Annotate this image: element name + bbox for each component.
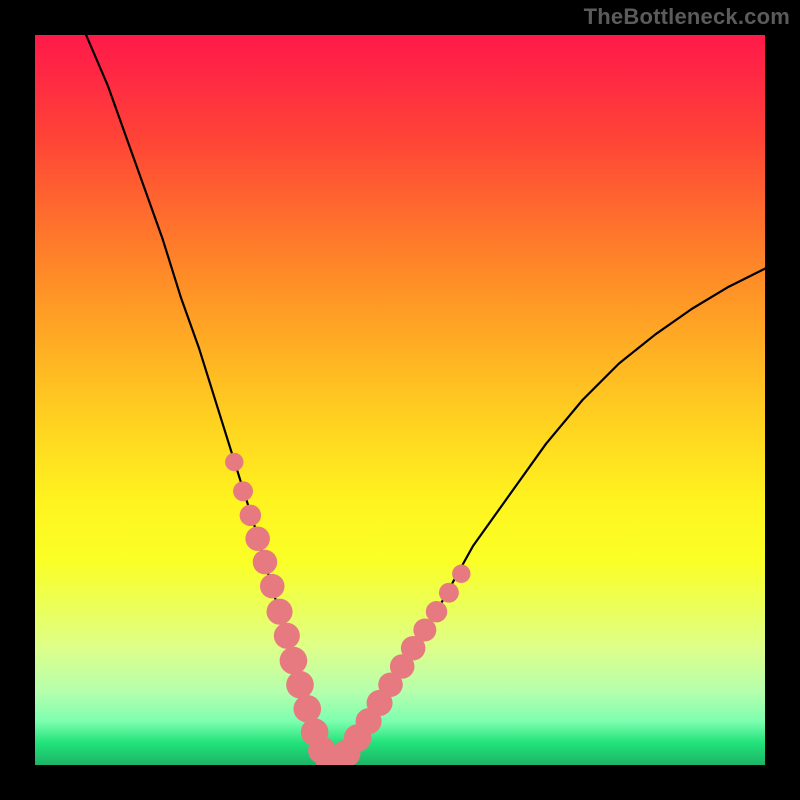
curve-marker-dot xyxy=(233,481,253,501)
curve-marker-dot xyxy=(253,550,278,575)
curve-marker-dot xyxy=(240,505,261,526)
curve-marker-dot xyxy=(280,647,308,675)
chart-frame: TheBottleneck.com xyxy=(0,0,800,800)
curve-marker-dot xyxy=(439,583,459,603)
curve-marker-dot xyxy=(413,618,436,641)
plot-area xyxy=(35,35,765,765)
curve-marker-dot xyxy=(225,453,243,471)
curve-marker-dot xyxy=(293,695,321,723)
bottleneck-curve xyxy=(86,35,765,761)
curve-marker-dot xyxy=(286,671,314,699)
curve-marker-dot xyxy=(274,623,300,649)
curve-marker-dot xyxy=(452,565,470,583)
curve-marker-dot xyxy=(267,599,293,625)
chart-svg xyxy=(35,35,765,765)
watermark-text: TheBottleneck.com xyxy=(584,4,790,30)
curve-marker-dot xyxy=(426,601,447,622)
curve-markers xyxy=(225,453,470,765)
curve-marker-dot xyxy=(260,574,285,599)
curve-marker-dot xyxy=(245,526,270,551)
